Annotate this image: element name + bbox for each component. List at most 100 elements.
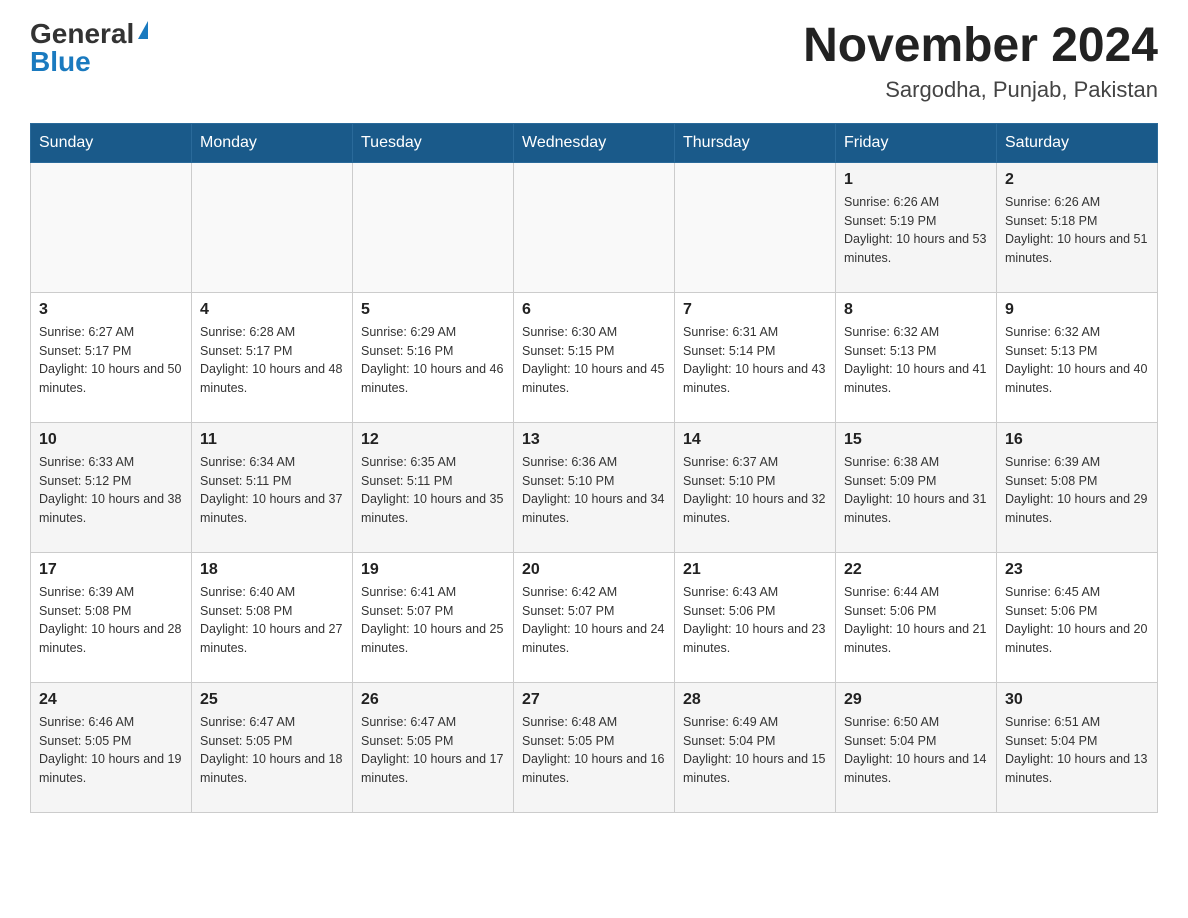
day-info: Sunrise: 6:38 AMSunset: 5:09 PMDaylight:… <box>844 453 988 528</box>
day-number: 2 <box>1005 171 1149 189</box>
calendar-cell: 5 Sunrise: 6:29 AMSunset: 5:16 PMDaylight… <box>353 292 514 422</box>
location-title: Sargodha, Punjab, Pakistan <box>803 77 1158 103</box>
calendar-cell <box>31 162 192 292</box>
day-info: Sunrise: 6:31 AMSunset: 5:14 PMDaylight:… <box>683 323 827 398</box>
day-number: 6 <box>522 301 666 319</box>
calendar-cell: 25 Sunrise: 6:47 AMSunset: 5:05 PMDayligh… <box>192 682 353 812</box>
calendar-cell <box>514 162 675 292</box>
day-number: 16 <box>1005 431 1149 449</box>
calendar-cell: 15 Sunrise: 6:38 AMSunset: 5:09 PMDayligh… <box>836 422 997 552</box>
day-info: Sunrise: 6:51 AMSunset: 5:04 PMDaylight:… <box>1005 713 1149 788</box>
calendar-cell: 14 Sunrise: 6:37 AMSunset: 5:10 PMDayligh… <box>675 422 836 552</box>
day-info: Sunrise: 6:50 AMSunset: 5:04 PMDaylight:… <box>844 713 988 788</box>
day-info: Sunrise: 6:35 AMSunset: 5:11 PMDaylight:… <box>361 453 505 528</box>
day-number: 24 <box>39 691 183 709</box>
day-number: 13 <box>522 431 666 449</box>
day-number: 19 <box>361 561 505 579</box>
day-number: 9 <box>1005 301 1149 319</box>
logo-general-text: General <box>30 20 134 48</box>
day-info: Sunrise: 6:39 AMSunset: 5:08 PMDaylight:… <box>39 583 183 658</box>
calendar-cell: 16 Sunrise: 6:39 AMSunset: 5:08 PMDayligh… <box>997 422 1158 552</box>
calendar-cell: 29Sunrise: 6:50 AMSunset: 5:04 PMDayligh… <box>836 682 997 812</box>
calendar-cell: 10Sunrise: 6:33 AMSunset: 5:12 PMDayligh… <box>31 422 192 552</box>
day-info: Sunrise: 6:40 AMSunset: 5:08 PMDaylight:… <box>200 583 344 658</box>
logo-triangle-icon <box>138 21 148 39</box>
calendar-table: SundayMondayTuesdayWednesdayThursdayFrid… <box>30 123 1158 813</box>
day-number: 26 <box>361 691 505 709</box>
calendar-cell: 23Sunrise: 6:45 AMSunset: 5:06 PMDayligh… <box>997 552 1158 682</box>
day-info: Sunrise: 6:34 AMSunset: 5:11 PMDaylight:… <box>200 453 344 528</box>
day-number: 22 <box>844 561 988 579</box>
day-number: 25 <box>200 691 344 709</box>
day-number: 17 <box>39 561 183 579</box>
day-info: Sunrise: 6:47 AMSunset: 5:05 PMDaylight:… <box>361 713 505 788</box>
day-number: 14 <box>683 431 827 449</box>
calendar-header-monday: Monday <box>192 123 353 162</box>
calendar-cell: 22Sunrise: 6:44 AMSunset: 5:06 PMDayligh… <box>836 552 997 682</box>
logo: General Blue <box>30 20 148 76</box>
calendar-cell: 30 Sunrise: 6:51 AMSunset: 5:04 PMDayligh… <box>997 682 1158 812</box>
day-info: Sunrise: 6:27 AMSunset: 5:17 PMDaylight:… <box>39 323 183 398</box>
calendar-header-row: SundayMondayTuesdayWednesdayThursdayFrid… <box>31 123 1158 162</box>
day-number: 3 <box>39 301 183 319</box>
calendar-cell: 19Sunrise: 6:41 AMSunset: 5:07 PMDayligh… <box>353 552 514 682</box>
calendar-cell: 17 Sunrise: 6:39 AMSunset: 5:08 PMDayligh… <box>31 552 192 682</box>
calendar-cell: 24 Sunrise: 6:46 AMSunset: 5:05 PMDayligh… <box>31 682 192 812</box>
day-info: Sunrise: 6:29 AMSunset: 5:16 PMDaylight:… <box>361 323 505 398</box>
day-info: Sunrise: 6:49 AMSunset: 5:04 PMDaylight:… <box>683 713 827 788</box>
day-number: 1 <box>844 171 988 189</box>
calendar-cell: 8 Sunrise: 6:32 AMSunset: 5:13 PMDaylight… <box>836 292 997 422</box>
calendar-header-sunday: Sunday <box>31 123 192 162</box>
day-info: Sunrise: 6:32 AMSunset: 5:13 PMDaylight:… <box>844 323 988 398</box>
calendar-cell: 12Sunrise: 6:35 AMSunset: 5:11 PMDayligh… <box>353 422 514 552</box>
calendar-cell: 27 Sunrise: 6:48 AMSunset: 5:05 PMDayligh… <box>514 682 675 812</box>
calendar-cell: 6Sunrise: 6:30 AMSunset: 5:15 PMDaylight… <box>514 292 675 422</box>
day-info: Sunrise: 6:48 AMSunset: 5:05 PMDaylight:… <box>522 713 666 788</box>
day-info: Sunrise: 6:36 AMSunset: 5:10 PMDaylight:… <box>522 453 666 528</box>
month-title: November 2024 <box>803 20 1158 73</box>
calendar-cell: 2 Sunrise: 6:26 AMSunset: 5:18 PMDaylight… <box>997 162 1158 292</box>
calendar-header-saturday: Saturday <box>997 123 1158 162</box>
day-info: Sunrise: 6:37 AMSunset: 5:10 PMDaylight:… <box>683 453 827 528</box>
calendar-week-row: 1 Sunrise: 6:26 AMSunset: 5:19 PMDaylight… <box>31 162 1158 292</box>
day-info: Sunrise: 6:47 AMSunset: 5:05 PMDaylight:… <box>200 713 344 788</box>
day-number: 27 <box>522 691 666 709</box>
day-number: 30 <box>1005 691 1149 709</box>
day-info: Sunrise: 6:32 AMSunset: 5:13 PMDaylight:… <box>1005 323 1149 398</box>
calendar-week-row: 3 Sunrise: 6:27 AMSunset: 5:17 PMDaylight… <box>31 292 1158 422</box>
calendar-header-thursday: Thursday <box>675 123 836 162</box>
day-number: 5 <box>361 301 505 319</box>
calendar-week-row: 10Sunrise: 6:33 AMSunset: 5:12 PMDayligh… <box>31 422 1158 552</box>
day-number: 18 <box>200 561 344 579</box>
calendar-cell <box>192 162 353 292</box>
day-number: 8 <box>844 301 988 319</box>
day-number: 20 <box>522 561 666 579</box>
day-info: Sunrise: 6:46 AMSunset: 5:05 PMDaylight:… <box>39 713 183 788</box>
calendar-cell: 1 Sunrise: 6:26 AMSunset: 5:19 PMDaylight… <box>836 162 997 292</box>
calendar-cell: 26 Sunrise: 6:47 AMSunset: 5:05 PMDayligh… <box>353 682 514 812</box>
day-info: Sunrise: 6:28 AMSunset: 5:17 PMDaylight:… <box>200 323 344 398</box>
calendar-header-tuesday: Tuesday <box>353 123 514 162</box>
day-info: Sunrise: 6:43 AMSunset: 5:06 PMDaylight:… <box>683 583 827 658</box>
calendar-header-wednesday: Wednesday <box>514 123 675 162</box>
calendar-week-row: 17 Sunrise: 6:39 AMSunset: 5:08 PMDayligh… <box>31 552 1158 682</box>
day-info: Sunrise: 6:39 AMSunset: 5:08 PMDaylight:… <box>1005 453 1149 528</box>
calendar-cell: 20Sunrise: 6:42 AMSunset: 5:07 PMDayligh… <box>514 552 675 682</box>
logo-blue-text: Blue <box>30 46 91 77</box>
calendar-cell: 4 Sunrise: 6:28 AMSunset: 5:17 PMDaylight… <box>192 292 353 422</box>
day-number: 7 <box>683 301 827 319</box>
calendar-cell: 18 Sunrise: 6:40 AMSunset: 5:08 PMDayligh… <box>192 552 353 682</box>
day-number: 4 <box>200 301 344 319</box>
calendar-header-friday: Friday <box>836 123 997 162</box>
day-number: 21 <box>683 561 827 579</box>
day-info: Sunrise: 6:26 AMSunset: 5:18 PMDaylight:… <box>1005 193 1149 268</box>
day-info: Sunrise: 6:26 AMSunset: 5:19 PMDaylight:… <box>844 193 988 268</box>
calendar-cell <box>353 162 514 292</box>
day-number: 11 <box>200 431 344 449</box>
day-number: 23 <box>1005 561 1149 579</box>
day-number: 15 <box>844 431 988 449</box>
day-number: 10 <box>39 431 183 449</box>
page-header: General Blue November 2024 Sargodha, Pun… <box>30 20 1158 103</box>
calendar-cell: 9 Sunrise: 6:32 AMSunset: 5:13 PMDaylight… <box>997 292 1158 422</box>
calendar-week-row: 24 Sunrise: 6:46 AMSunset: 5:05 PMDayligh… <box>31 682 1158 812</box>
